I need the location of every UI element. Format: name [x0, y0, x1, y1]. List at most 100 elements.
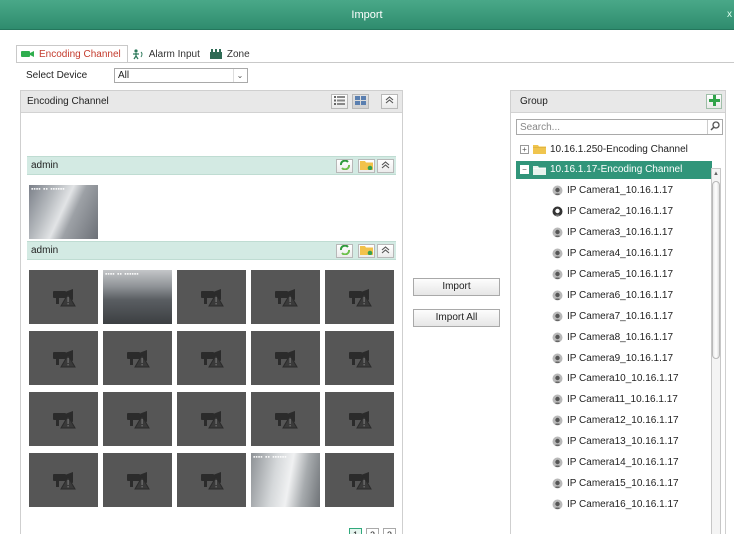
tree-node-camera[interactable]: IP Camera7_10.16.1.17: [516, 307, 712, 325]
camera-offline-icon: [552, 185, 563, 196]
tree-node-camera[interactable]: IP Camera5_10.16.1.17: [516, 265, 712, 283]
window-titlebar: Import x: [0, 0, 734, 30]
channel-thumbnail-no-video[interactable]: [29, 270, 98, 324]
collapse-icon[interactable]: −: [520, 165, 529, 175]
tree-node-camera[interactable]: IP Camera4_10.16.1.17: [516, 245, 712, 263]
scrollbar-thumb[interactable]: [712, 181, 720, 359]
tree-node-camera[interactable]: IP Camera12_10.16.1.17: [516, 412, 712, 430]
group-refresh-button[interactable]: [336, 159, 353, 173]
import-dialog-body: Encoding Channel Alarm Input Zone Select…: [0, 30, 734, 534]
device-group-bar[interactable]: admin: [27, 156, 396, 175]
group-collapse-button[interactable]: [377, 244, 394, 258]
channel-thumbnail-no-video[interactable]: [325, 392, 394, 446]
camera-offline-icon: [552, 353, 563, 364]
camera-offline-icon: [552, 499, 563, 510]
device-group-name: admin: [31, 245, 59, 256]
tree-node-label: IP Camera9_10.16.1.17: [567, 352, 674, 364]
camera-online-icon: [552, 206, 563, 217]
tab-alarm-input[interactable]: Alarm Input: [128, 45, 206, 63]
import-button[interactable]: Import: [413, 278, 500, 296]
tree-node-camera[interactable]: IP Camera1_10.16.1.17: [516, 182, 712, 200]
group-folder-button[interactable]: [358, 244, 375, 258]
tree-scrollbar[interactable]: ▲ ▼: [711, 168, 721, 534]
channel-thumbnail-no-video[interactable]: [29, 392, 98, 446]
device-group-bar[interactable]: admin: [27, 241, 396, 260]
group-folder-button[interactable]: [358, 159, 375, 173]
channel-thumbnail-no-video[interactable]: [103, 331, 172, 385]
channel-thumbnail-no-video[interactable]: [177, 453, 246, 507]
collapse-all-button[interactable]: [381, 94, 398, 109]
select-device-dropdown[interactable]: All ⌄: [114, 68, 248, 83]
channel-thumbnail[interactable]: ▪▪▪▪ ▪▪ ▪▪▪▪▪▪: [103, 270, 172, 324]
tree-node-label: IP Camera10_10.16.1.17: [567, 373, 679, 385]
device-group-name: admin: [31, 160, 59, 171]
refresh-icon: [339, 244, 351, 258]
channel-thumbnail-no-video[interactable]: [177, 331, 246, 385]
channel-thumbnail[interactable]: ▪▪▪▪ ▪▪ ▪▪▪▪▪▪: [29, 185, 98, 239]
tree-node-camera[interactable]: IP Camera14_10.16.1.17: [516, 454, 712, 472]
camera-offline-icon: [552, 457, 563, 468]
tree-node-camera[interactable]: IP Camera3_10.16.1.17: [516, 224, 712, 242]
tree-node-label: IP Camera3_10.16.1.17: [567, 227, 674, 239]
thumbnail-view-button[interactable]: [352, 94, 369, 109]
channel-thumbnail-no-video[interactable]: [103, 453, 172, 507]
channel-thumbnail-no-video[interactable]: [251, 270, 320, 324]
tree-node-camera[interactable]: IP Camera2_10.16.1.17: [516, 203, 712, 221]
group-search-input[interactable]: [517, 120, 707, 134]
group-refresh-button[interactable]: [336, 244, 353, 258]
camera-offline-icon: [552, 478, 563, 489]
import-all-button[interactable]: Import All: [413, 309, 500, 327]
tree-node-camera[interactable]: IP Camera11_10.16.1.17: [516, 391, 712, 409]
pagination: 1 2 3: [349, 528, 396, 534]
tree-node-camera[interactable]: IP Camera15_10.16.1.17: [516, 474, 712, 492]
channel-thumbnail-no-video[interactable]: [103, 392, 172, 446]
group-collapse-button[interactable]: [377, 159, 394, 173]
tree-node-encoding-channel-group[interactable]: − 10.16.1.17-Encoding Channel: [516, 160, 712, 179]
search-icon: [710, 120, 720, 134]
folder-icon: [360, 245, 373, 258]
channel-thumbnail-no-video[interactable]: [29, 453, 98, 507]
expand-icon[interactable]: +: [520, 144, 529, 154]
channel-thumbnail-no-video[interactable]: [177, 270, 246, 324]
channel-thumbnail-no-video[interactable]: [325, 331, 394, 385]
tree-node-label: IP Camera2_10.16.1.17: [567, 206, 674, 218]
search-button[interactable]: [707, 120, 722, 134]
scroll-up-icon[interactable]: ▲: [712, 169, 720, 179]
tab-zone[interactable]: Zone: [206, 45, 256, 63]
refresh-icon: [339, 159, 351, 173]
channel-thumbnail-no-video[interactable]: [325, 270, 394, 324]
zone-icon: [209, 49, 222, 59]
tree-node-camera[interactable]: IP Camera16_10.16.1.17: [516, 495, 712, 513]
add-group-button[interactable]: [706, 94, 722, 109]
camera-icon: [21, 50, 34, 58]
chevron-down-icon[interactable]: ⌄: [233, 69, 246, 82]
list-view-button[interactable]: [331, 94, 348, 109]
camera-offline-icon: [552, 227, 563, 238]
tree-node-label: IP Camera14_10.16.1.17: [567, 457, 679, 468]
encoding-channel-header: Encoding Channel: [21, 91, 402, 113]
tree-node-camera[interactable]: IP Camera10_10.16.1.17: [516, 370, 712, 388]
channel-thumbnail-no-video[interactable]: [325, 453, 394, 507]
group-tree: +10.16.1.250-Encoding Channel − 10.16.1.17…: [516, 140, 712, 534]
tree-node-camera[interactable]: IP Camera8_10.16.1.17: [516, 328, 712, 346]
camera-offline-icon: [552, 332, 563, 343]
tree-node-camera[interactable]: IP Camera6_10.16.1.17: [516, 286, 712, 304]
list-view-icon: [334, 95, 345, 108]
tree-node-camera[interactable]: IP Camera9_10.16.1.17: [516, 349, 712, 367]
tree-node-camera[interactable]: IP Camera13_10.16.1.17: [516, 433, 712, 451]
page-button-1[interactable]: 1: [349, 528, 362, 534]
tree-node-encoding-channel-group[interactable]: +10.16.1.250-Encoding Channel: [516, 140, 712, 158]
channel-thumbnail-no-video[interactable]: [251, 331, 320, 385]
page-button-2[interactable]: 2: [366, 528, 379, 534]
channel-thumbnail-no-video[interactable]: [251, 392, 320, 446]
channel-thumbnail-no-video[interactable]: [29, 331, 98, 385]
group-panel: Group +10.16.1.250-Encoding Channel − 10.1…: [510, 90, 726, 534]
encoding-channel-panel: Encoding Channel admin ▪▪▪▪ ▪▪ ▪▪▪▪▪▪ ad…: [20, 90, 403, 534]
tab-encoding-channel[interactable]: Encoding Channel: [16, 45, 128, 63]
tree-node-label: IP Camera5_10.16.1.17: [567, 268, 674, 280]
channel-thumbnail-no-video[interactable]: [177, 392, 246, 446]
window-close-button[interactable]: x: [727, 0, 732, 30]
page-button-3[interactable]: 3: [383, 528, 396, 534]
channel-thumbnail[interactable]: ▪▪▪▪ ▪▪ ▪▪▪▪▪▪: [251, 453, 320, 507]
thumbnail-osd-overlay: ▪▪▪▪ ▪▪ ▪▪▪▪▪▪: [253, 454, 287, 459]
